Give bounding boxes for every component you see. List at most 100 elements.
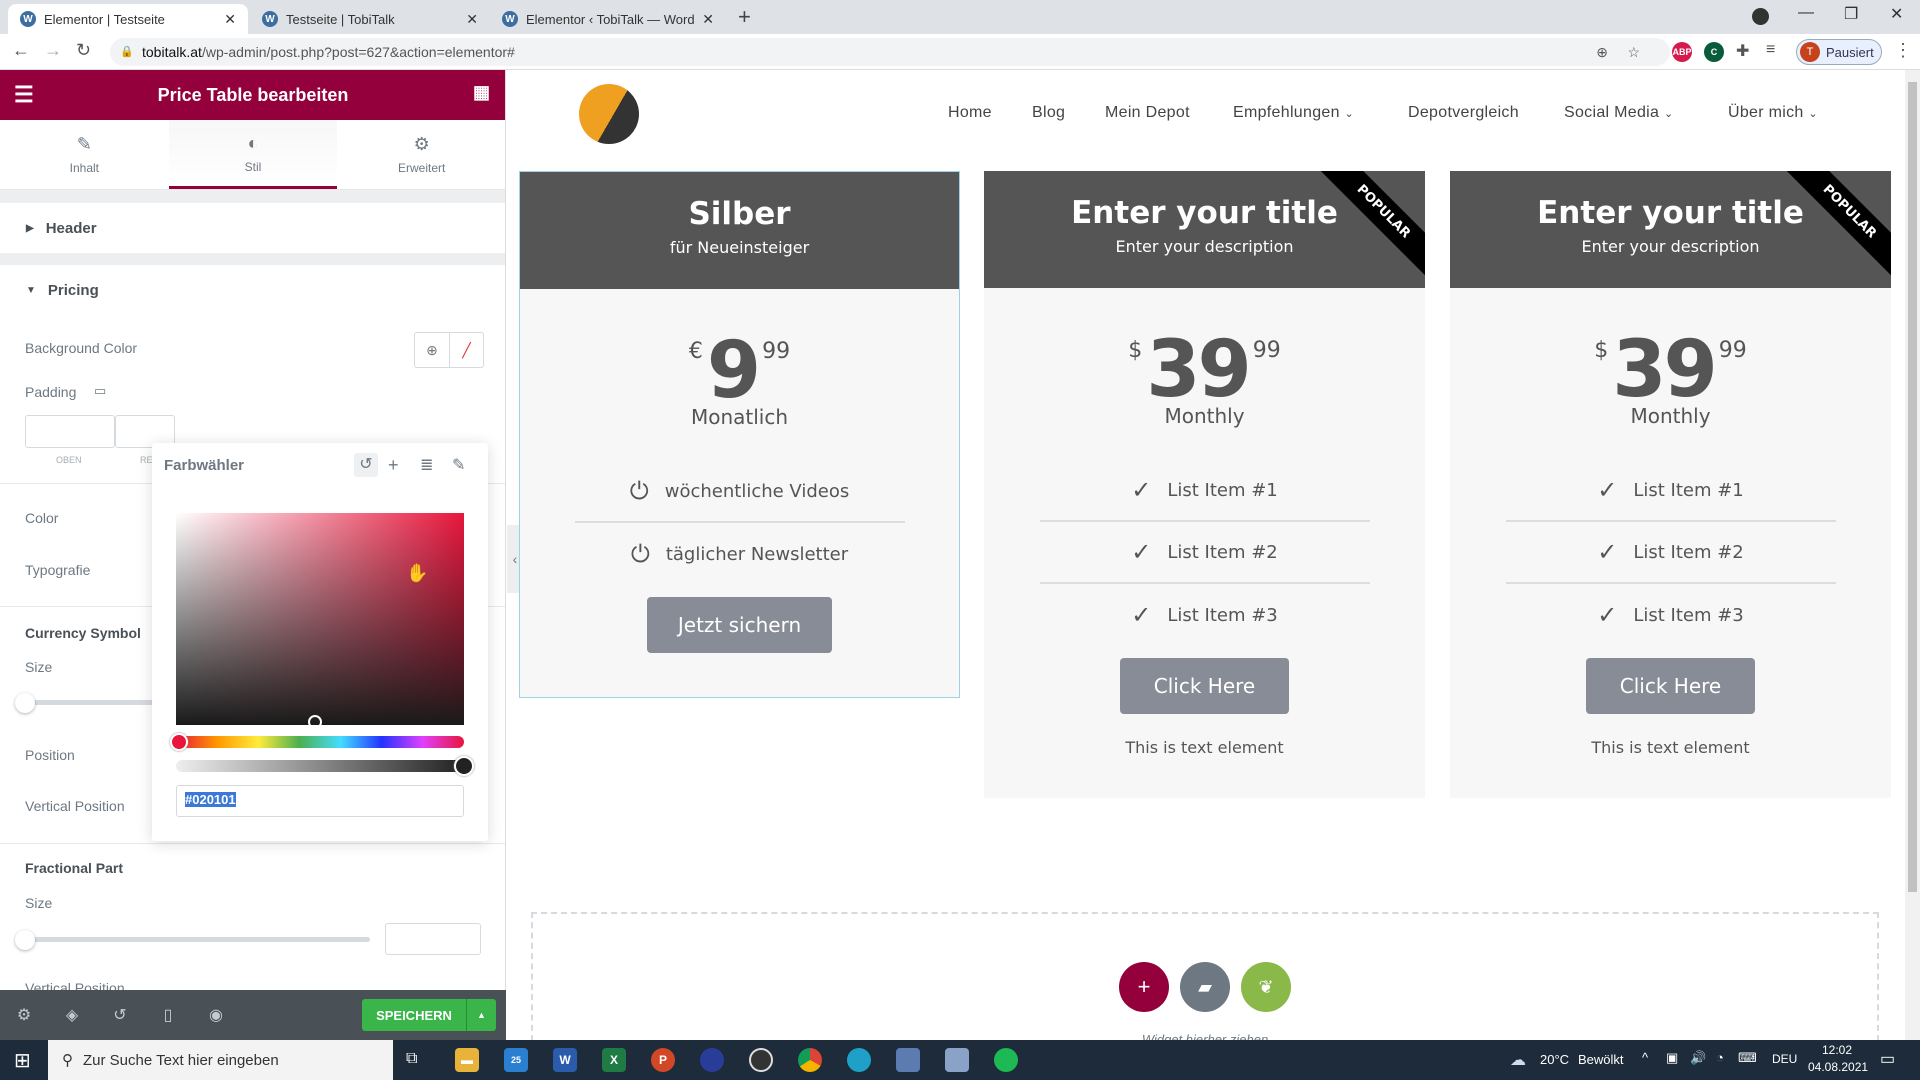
weather-text[interactable]: Bewölkt <box>1578 1052 1624 1067</box>
tab-erweitert[interactable]: ⚙ Erweitert <box>337 120 505 189</box>
close-tab-icon[interactable]: ✕ <box>466 11 478 28</box>
cta-button[interactable]: Jetzt sichern <box>647 597 832 653</box>
hex-input[interactable]: #020101 <box>176 785 464 817</box>
cta-button[interactable]: Click Here <box>1120 658 1289 714</box>
bookmark-star-icon[interactable]: ☆ <box>1627 38 1640 66</box>
save-button[interactable]: SPEICHERN ▲ <box>362 999 496 1031</box>
reset-icon[interactable]: ↺ <box>354 453 378 477</box>
widgets-grid-icon[interactable]: ▦ <box>473 82 490 103</box>
tray-chevron-icon[interactable]: ^ <box>1642 1050 1648 1065</box>
excel-icon[interactable]: X <box>602 1048 626 1072</box>
color-swatch-empty[interactable]: ╱ <box>449 333 483 367</box>
scrollbar-thumb[interactable] <box>1908 82 1917 892</box>
camera-icon[interactable]: ▣ <box>1666 1050 1678 1066</box>
slider-handle[interactable] <box>15 693 35 713</box>
close-window-button[interactable]: ✕ <box>1890 4 1903 24</box>
minimize-button[interactable]: — <box>1798 4 1814 22</box>
responsive-mode-icon[interactable]: ▯ <box>144 1005 192 1025</box>
saturation-value-area[interactable]: ✋ <box>176 513 464 729</box>
volume-icon[interactable]: 🔊 <box>1690 1050 1706 1066</box>
grammarly-icon[interactable]: C <box>1704 42 1724 62</box>
taskbar-search[interactable]: ⚲ Zur Suche Text hier eingeben <box>48 1040 393 1080</box>
close-tab-icon[interactable]: ✕ <box>224 11 236 28</box>
hue-handle[interactable] <box>170 733 188 751</box>
feature-item: ✓ List Item #2 <box>1505 522 1836 584</box>
tab-search-icon[interactable] <box>1752 8 1769 25</box>
windows-start-icon[interactable]: ⊞ <box>14 1048 31 1073</box>
preview-eye-icon[interactable]: ◉ <box>192 1005 240 1025</box>
close-tab-icon[interactable]: ✕ <box>702 11 714 28</box>
notifications-icon[interactable]: ▭ <box>1880 1049 1895 1069</box>
tab-elementor-testseite[interactable]: W Elementor | Testseite ✕ <box>8 4 248 34</box>
keyboard-icon[interactable]: ⌨ <box>1738 1050 1757 1066</box>
clock-time[interactable]: 12:02 <box>1822 1043 1852 1057</box>
tab-stil[interactable]: ◐ Stil <box>168 120 338 189</box>
reload-icon[interactable]: ↻ <box>76 40 91 61</box>
app-icon[interactable] <box>945 1048 969 1072</box>
language-indicator[interactable]: DEU <box>1772 1052 1797 1066</box>
save-options-caret-icon[interactable]: ▲ <box>466 999 496 1031</box>
nav-ueber-mich[interactable]: Über mich ⌄ <box>1728 104 1818 122</box>
global-colors-stack-icon[interactable]: ≣ <box>420 455 433 475</box>
powerpoint-icon[interactable]: P <box>651 1048 675 1072</box>
global-colors-icon[interactable]: ⊕ <box>415 333 449 367</box>
cta-button[interactable]: Click Here <box>1586 658 1755 714</box>
zoom-icon[interactable]: ⊕ <box>1596 38 1608 66</box>
tab-inhalt[interactable]: ✎ Inhalt <box>0 120 169 189</box>
app-icon[interactable] <box>896 1048 920 1072</box>
history-icon[interactable]: ↺ <box>96 1005 144 1025</box>
desktop-icon[interactable]: ▭ <box>94 383 106 399</box>
extensions-icon[interactable]: ✚ <box>1736 41 1749 61</box>
envato-leaf-icon[interactable]: ❦ <box>1241 962 1291 1012</box>
fraction-size-slider[interactable] <box>25 937 370 942</box>
weather-temp[interactable]: 20°C <box>1540 1052 1569 1067</box>
edge-icon[interactable] <box>847 1048 871 1072</box>
url-input[interactable]: 🔒 tobitalk.at/wp-admin/post.php?post=627&… <box>110 38 1670 66</box>
opacity-slider[interactable] <box>176 756 474 776</box>
obs-icon[interactable] <box>749 1048 773 1072</box>
spotify-icon[interactable] <box>994 1048 1018 1072</box>
back-icon[interactable]: ← <box>12 40 30 61</box>
nav-blog[interactable]: Blog <box>1032 104 1065 122</box>
opacity-handle[interactable] <box>454 756 474 776</box>
file-explorer-icon[interactable]: ▬ <box>455 1048 479 1072</box>
settings-icon[interactable]: ⚙ <box>0 1005 48 1025</box>
site-logo-avatar[interactable] <box>579 84 639 144</box>
hue-slider[interactable] <box>170 733 464 751</box>
add-color-icon[interactable]: + <box>388 455 399 476</box>
saturation-handle[interactable] <box>308 715 322 729</box>
slider-handle[interactable] <box>15 930 35 950</box>
maximize-button[interactable]: ❐ <box>1844 4 1858 24</box>
eyedropper-icon[interactable]: ✎ <box>452 455 465 475</box>
add-section-dropzone[interactable]: + ▰ ❦ Widget hierher ziehen <box>531 912 1879 1040</box>
fraction-size-input[interactable] <box>385 923 481 955</box>
page-scrollbar[interactable] <box>1905 70 1920 1040</box>
media-icon[interactable]: ≡ <box>1766 41 1775 59</box>
chrome-icon[interactable] <box>798 1048 822 1072</box>
app-icon[interactable] <box>700 1048 724 1072</box>
forward-icon[interactable]: → <box>44 40 62 61</box>
adblock-icon[interactable]: ABP <box>1672 42 1692 62</box>
nav-empfehlungen[interactable]: Empfehlungen ⌄ <box>1233 104 1354 122</box>
navigator-layers-icon[interactable]: ◈ <box>48 1005 96 1025</box>
task-view-icon[interactable]: ⧉ <box>406 1050 417 1068</box>
tab-testseite-tobitalk[interactable]: W Testseite | TobiTalk ✕ <box>250 4 490 34</box>
new-tab-button[interactable]: + <box>738 4 751 30</box>
section-pricing[interactable]: ▼ Pricing <box>0 265 505 315</box>
nav-depotvergleich[interactable]: Depotvergleich <box>1408 104 1519 122</box>
profile-button[interactable]: T Pausiert <box>1796 39 1882 65</box>
network-icon[interactable]: ◔ <box>1716 1050 1724 1065</box>
nav-home[interactable]: Home <box>948 104 992 122</box>
menu-icon[interactable]: ⋮ <box>1894 40 1912 61</box>
section-header[interactable]: ▶ Header <box>0 203 505 253</box>
padding-top-input[interactable] <box>25 415 115 448</box>
template-folder-icon[interactable]: ▰ <box>1180 962 1230 1012</box>
nav-mein-depot[interactable]: Mein Depot <box>1105 104 1190 122</box>
clock-date[interactable]: 04.08.2021 <box>1808 1060 1868 1074</box>
mail-icon[interactable]: 25 <box>504 1048 528 1072</box>
add-section-plus-icon[interactable]: + <box>1119 962 1169 1012</box>
nav-social-media[interactable]: Social Media ⌄ <box>1564 104 1673 122</box>
hamburger-menu-icon[interactable]: ☰ <box>14 82 34 108</box>
tab-elementor-wordpress[interactable]: WElementor ‹ TobiTalk — WordPress✕ <box>490 4 726 34</box>
word-icon[interactable]: W <box>553 1048 577 1072</box>
